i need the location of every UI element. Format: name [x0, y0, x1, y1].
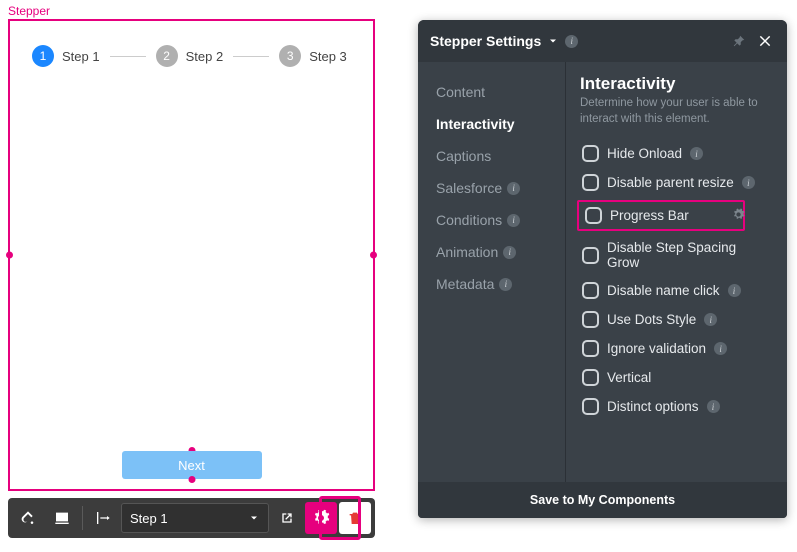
option-label: Ignore validation: [607, 341, 706, 356]
checkbox[interactable]: [582, 398, 599, 415]
align-button[interactable]: [87, 502, 119, 534]
option-label: Vertical: [607, 370, 651, 385]
nav-item-salesforce[interactable]: Salesforce i: [418, 172, 565, 204]
nav-item-label: Metadata: [436, 276, 494, 292]
info-icon[interactable]: i: [507, 182, 520, 195]
info-icon[interactable]: i: [565, 35, 578, 48]
step-number: 3: [279, 45, 301, 67]
option-label: Disable Step Spacing Grow: [607, 240, 771, 270]
info-icon[interactable]: i: [499, 278, 512, 291]
info-icon[interactable]: i: [704, 313, 717, 326]
toolbar-separator: [82, 506, 83, 530]
stepper-element[interactable]: 1 Step 1 2 Step 2 3 Step 3 Next: [8, 19, 375, 491]
panel-content: Interactivity Determine how your user is…: [566, 62, 787, 482]
option-label: Disable parent resize: [607, 175, 734, 190]
step-number: 2: [156, 45, 178, 67]
checkbox[interactable]: [582, 340, 599, 357]
screen-button[interactable]: [46, 502, 78, 534]
info-icon[interactable]: i: [507, 214, 520, 227]
content-subtitle: Determine how your user is able to inter…: [580, 96, 773, 127]
stepper-steps: 1 Step 1 2 Step 2 3 Step 3: [10, 21, 373, 67]
canvas-area: Stepper 1 Step 1 2 Step 2 3 Step 3 Next: [8, 4, 375, 491]
nav-item-interactivity[interactable]: Interactivity: [418, 108, 565, 140]
nav-item-captions[interactable]: Captions: [418, 140, 565, 172]
save-to-components-button[interactable]: Save to My Components: [418, 482, 787, 518]
nav-item-label: Interactivity: [436, 116, 515, 132]
option-row: Hide Onload i: [580, 139, 773, 168]
next-button[interactable]: Next: [122, 451, 262, 479]
info-icon[interactable]: i: [728, 284, 741, 297]
panel-title: Stepper Settings: [430, 33, 541, 49]
option-row: Disable name click i: [580, 276, 773, 305]
resize-handle-left[interactable]: [6, 252, 13, 259]
settings-panel: Stepper Settings i Content Interactivity C…: [418, 20, 787, 518]
step-label: Step 2: [186, 49, 224, 64]
step-select-value: Step 1: [130, 511, 168, 526]
info-icon[interactable]: i: [742, 176, 755, 189]
nav-item-animation[interactable]: Animation i: [418, 236, 565, 268]
checkbox[interactable]: [582, 174, 599, 191]
panel-nav: ContentInteractivityCaptionsSalesforceiC…: [418, 62, 566, 482]
step-connector: [110, 56, 146, 57]
step[interactable]: 1 Step 1: [32, 45, 100, 67]
nav-item-label: Captions: [436, 148, 491, 164]
nav-item-label: Content: [436, 84, 485, 100]
option-row: Disable parent resize i: [580, 168, 773, 197]
nav-item-label: Salesforce: [436, 180, 502, 196]
pin-button[interactable]: [729, 31, 749, 51]
step-select[interactable]: Step 1: [121, 503, 269, 533]
checkbox[interactable]: [582, 369, 599, 386]
step-number: 1: [32, 45, 54, 67]
step[interactable]: 2 Step 2: [156, 45, 224, 67]
info-icon[interactable]: i: [714, 342, 727, 355]
option-row: Progress Bar: [577, 200, 745, 231]
option-row: Ignore validation i: [580, 334, 773, 363]
content-title: Interactivity: [580, 74, 773, 94]
chevron-down-icon: [248, 512, 260, 524]
settings-button[interactable]: [305, 502, 337, 534]
option-label: Hide Onload: [607, 146, 682, 161]
fill-style-button[interactable]: [12, 502, 44, 534]
option-gear-icon[interactable]: [732, 208, 745, 224]
step-connector: [233, 56, 269, 57]
option-label: Progress Bar: [610, 208, 689, 223]
checkbox[interactable]: [582, 247, 599, 264]
delete-button[interactable]: [339, 502, 371, 534]
panel-header: Stepper Settings i: [418, 20, 787, 62]
nav-item-content[interactable]: Content: [418, 76, 565, 108]
panel-body: ContentInteractivityCaptionsSalesforceiC…: [418, 62, 787, 482]
checkbox[interactable]: [582, 311, 599, 328]
open-external-button[interactable]: [271, 502, 303, 534]
checkbox[interactable]: [585, 207, 602, 224]
nav-item-label: Conditions: [436, 212, 502, 228]
info-icon[interactable]: i: [503, 246, 516, 259]
chevron-down-icon[interactable]: [547, 35, 559, 47]
step-label: Step 1: [62, 49, 100, 64]
step[interactable]: 3 Step 3: [279, 45, 347, 67]
option-label: Distinct options: [607, 399, 699, 414]
nav-item-conditions[interactable]: Conditions i: [418, 204, 565, 236]
element-toolbar: Step 1: [8, 498, 375, 538]
resize-handle-right[interactable]: [370, 252, 377, 259]
next-button-wrap: Next: [122, 451, 262, 479]
info-icon[interactable]: i: [707, 400, 720, 413]
checkbox[interactable]: [582, 145, 599, 162]
nav-item-label: Animation: [436, 244, 498, 260]
option-row: Vertical: [580, 363, 773, 392]
options-list: Hide Onload i Disable parent resize i Progre…: [580, 139, 773, 421]
option-row: Use Dots Style i: [580, 305, 773, 334]
resize-handle-bottom[interactable]: [188, 476, 195, 483]
close-button[interactable]: [755, 31, 775, 51]
option-row: Distinct options i: [580, 392, 773, 421]
option-row: Disable Step Spacing Grow: [580, 234, 773, 276]
checkbox[interactable]: [582, 282, 599, 299]
step-label: Step 3: [309, 49, 347, 64]
info-icon[interactable]: i: [690, 147, 703, 160]
nav-item-metadata[interactable]: Metadata i: [418, 268, 565, 300]
option-label: Use Dots Style: [607, 312, 696, 327]
option-label: Disable name click: [607, 283, 720, 298]
element-label: Stepper: [8, 4, 375, 18]
